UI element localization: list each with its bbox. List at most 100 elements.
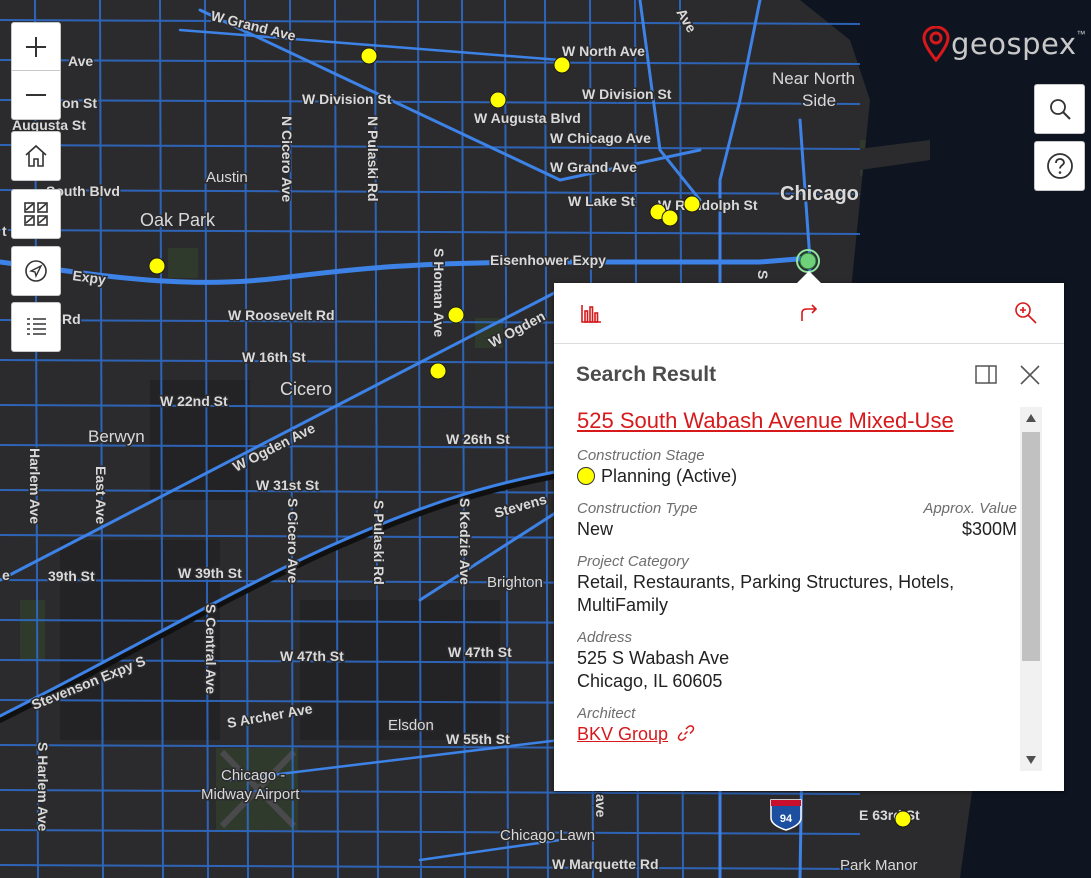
help-button[interactable] bbox=[1034, 141, 1085, 191]
label-chicago-lawn: Chicago Lawn bbox=[500, 827, 595, 844]
label-s-cicero-ave: S Cicero Ave bbox=[285, 498, 301, 584]
label-w-augusta-blvd: W Augusta Blvd bbox=[474, 110, 581, 126]
label-w-47th-st-2: W 47th St bbox=[448, 644, 512, 660]
interstate-94-shield: 94 bbox=[770, 799, 802, 831]
approx-value-group: Approx. Value $300M bbox=[923, 500, 1017, 541]
label-w-chicago-ave: W Chicago Ave bbox=[550, 130, 651, 146]
label-austin: Austin bbox=[206, 169, 248, 186]
construction-stage-value: Planning (Active) bbox=[577, 465, 1017, 488]
label-park-manor: Park Manor bbox=[840, 857, 918, 874]
construction-type-value: New bbox=[577, 519, 614, 539]
triangle-down-icon bbox=[1026, 756, 1036, 764]
project-category-label: Project Category bbox=[577, 553, 689, 570]
construction-stage-text: Planning (Active) bbox=[601, 466, 738, 486]
project-marker[interactable] bbox=[894, 810, 912, 828]
label-w-26th-st: W 26th St bbox=[446, 431, 510, 447]
search-button[interactable] bbox=[1034, 84, 1085, 134]
project-marker[interactable] bbox=[447, 306, 465, 324]
zoom-out-button[interactable] bbox=[11, 70, 61, 120]
zoom-in-magnifier-icon bbox=[1015, 302, 1037, 324]
label-w-22nd-st: W 22nd St bbox=[160, 393, 228, 409]
basemap-gallery-button[interactable] bbox=[11, 189, 61, 239]
label-w-31st-st: W 31st St bbox=[256, 477, 319, 493]
dock-panel-icon bbox=[975, 365, 997, 384]
label-berwyn: Berwyn bbox=[88, 427, 145, 446]
project-marker[interactable] bbox=[360, 47, 378, 65]
map-pin-logo-icon bbox=[922, 26, 950, 62]
project-category-value: Retail, Restaurants, Parking Structures,… bbox=[577, 572, 955, 615]
planning-status-dot-icon bbox=[577, 467, 595, 485]
locate-button[interactable] bbox=[11, 246, 61, 296]
label-w-roosevelt-rd: W Roosevelt Rd bbox=[228, 307, 335, 323]
label-elsdon: Elsdon bbox=[388, 717, 434, 734]
chart-button[interactable] bbox=[575, 297, 607, 329]
logo-text: geospex bbox=[951, 27, 1077, 61]
label-oak-park: Oak Park bbox=[140, 210, 216, 230]
external-link-icon[interactable] bbox=[677, 724, 695, 742]
label-w-39th-st: W 39th St bbox=[178, 565, 242, 581]
label-w-division-st-east: W Division St bbox=[582, 86, 672, 102]
project-marker[interactable] bbox=[429, 362, 447, 380]
zoom-to-button[interactable] bbox=[1010, 297, 1042, 329]
label-s-pulaski-rd: S Pulaski Rd bbox=[371, 500, 387, 585]
popup-title: Search Result bbox=[576, 363, 717, 386]
selected-marker[interactable] bbox=[796, 249, 820, 273]
label-s: S bbox=[755, 270, 771, 279]
label-n-pulaski-rd: N Pulaski Rd bbox=[365, 116, 381, 202]
label-chicago: Chicago bbox=[780, 183, 859, 205]
scroll-thumb[interactable] bbox=[1022, 432, 1040, 661]
label-s-harlem-ave: S Harlem Ave bbox=[35, 742, 51, 831]
type-value-row: Construction Type New Approx. Value $300… bbox=[577, 500, 1017, 541]
legend-button[interactable] bbox=[11, 302, 61, 352]
label-e: e bbox=[2, 567, 10, 583]
scroll-down-button[interactable] bbox=[1020, 749, 1042, 771]
home-icon bbox=[25, 144, 47, 167]
construction-stage-label: Construction Stage bbox=[577, 447, 705, 464]
project-marker[interactable] bbox=[683, 195, 701, 213]
popup-content: 525 South Wabash Avenue Mixed-Use Constr… bbox=[577, 407, 1017, 771]
label-midway-2: Midway Airport bbox=[201, 786, 300, 803]
label-w-47th-st: W 47th St bbox=[280, 648, 344, 664]
interstate-94-label: 94 bbox=[780, 813, 793, 825]
address-line2: Chicago, IL 60605 bbox=[577, 671, 723, 691]
label-ave-right: ave bbox=[593, 794, 609, 818]
construction-stage-group: Construction Stage Planning (Active) bbox=[577, 447, 1017, 488]
home-button[interactable] bbox=[11, 131, 61, 181]
project-marker[interactable] bbox=[661, 209, 679, 227]
turn-right-arrow-icon bbox=[801, 304, 818, 321]
label-w-16th-st: W 16th St bbox=[242, 349, 306, 365]
close-icon bbox=[1020, 365, 1040, 385]
label-s-kedzie-ave: S Kedzie Ave bbox=[457, 498, 473, 585]
label-harlem-ave: Harlem Ave bbox=[27, 448, 43, 524]
construction-type-group: Construction Type New bbox=[577, 500, 698, 541]
project-name-link[interactable]: 525 South Wabash Avenue Mixed-Use bbox=[577, 407, 1017, 435]
label-east-ave: East Ave bbox=[93, 466, 109, 524]
label-side: Side bbox=[802, 91, 836, 110]
label-w-marquette-rd: W Marquette Rd bbox=[552, 856, 659, 872]
scroll-up-button[interactable] bbox=[1020, 407, 1042, 429]
label-39th-st: 39th St bbox=[48, 568, 95, 584]
close-button[interactable] bbox=[1016, 361, 1044, 389]
triangle-up-icon bbox=[1026, 414, 1036, 422]
address-label: Address bbox=[577, 629, 633, 646]
approx-value-label: Approx. Value bbox=[923, 500, 1017, 517]
label-near-north: Near North bbox=[772, 69, 855, 88]
dock-button[interactable] bbox=[972, 361, 1000, 389]
search-result-popup: Search Result 525 South Wabash Avenue Mi… bbox=[554, 271, 1064, 791]
label-w-grand-ave: W Grand Ave bbox=[550, 159, 637, 175]
logo-trademark: ™ bbox=[1076, 29, 1086, 39]
popup-scrollbar[interactable] bbox=[1020, 407, 1042, 771]
project-marker[interactable] bbox=[148, 257, 166, 275]
address-line1: 525 S Wabash Ave bbox=[577, 648, 730, 668]
bar-chart-icon bbox=[581, 305, 601, 323]
architect-link[interactable]: BKV Group bbox=[577, 724, 668, 744]
zoom-in-button[interactable] bbox=[11, 22, 61, 70]
architect-label: Architect bbox=[577, 705, 636, 722]
project-marker[interactable] bbox=[553, 56, 571, 74]
project-marker[interactable] bbox=[489, 91, 507, 109]
label-cicero: Cicero bbox=[280, 379, 332, 399]
address-group: Address 525 S Wabash Ave Chicago, IL 606… bbox=[577, 629, 1017, 693]
directions-button[interactable] bbox=[793, 297, 825, 329]
label-ave: Ave bbox=[68, 53, 93, 69]
minus-icon bbox=[26, 94, 46, 96]
